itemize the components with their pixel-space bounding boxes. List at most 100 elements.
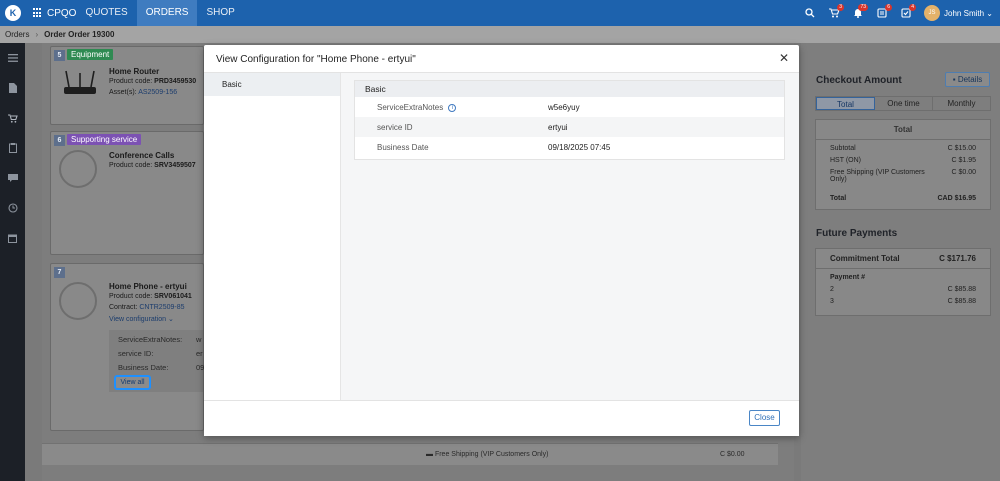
product-code: Product code: PRD3459530	[109, 78, 197, 85]
search-icon[interactable]	[798, 0, 822, 26]
cart-icon[interactable]	[0, 103, 25, 133]
contract-line: Contract: CNTR2509-85	[109, 304, 185, 311]
view-all-button[interactable]: View all	[114, 375, 151, 390]
modal-content: Basic ServiceExtraNotes i w5e6yuy service…	[341, 73, 799, 400]
field-row-business-date: Business Date 09/18/2025 07:45	[355, 137, 784, 157]
view-configuration-link[interactable]: View configuration ⌄	[109, 315, 174, 323]
app-logo[interactable]: K	[5, 5, 21, 21]
order-line-card-5: 5 Equipment Home Router Product code: PR…	[50, 46, 204, 125]
chevron-right-icon: ›	[35, 30, 39, 39]
field-row-service-extra-notes: ServiceExtraNotes i w5e6yuy	[355, 97, 784, 117]
field-label: Business Date	[377, 143, 429, 152]
field-value: ertyui	[548, 123, 568, 132]
product-title: Conference Calls	[109, 151, 175, 160]
tab-one-time[interactable]: One time	[875, 97, 933, 110]
breadcrumb-orders[interactable]: Orders	[5, 30, 29, 39]
modal-title: View Configuration for "Home Phone - ert…	[216, 54, 416, 65]
cart-badge: 3	[837, 4, 845, 11]
category-tag: Equipment	[67, 49, 114, 60]
kv-value: w	[196, 335, 202, 344]
line-number: 6	[54, 135, 65, 146]
field-label: ServiceExtraNotes i	[377, 103, 457, 112]
avatar[interactable]: JS	[924, 5, 941, 21]
chat-icon[interactable]	[0, 163, 25, 193]
product-placeholder-icon	[59, 150, 97, 188]
router-image	[64, 70, 96, 94]
kv-label: service ID:	[118, 349, 154, 358]
order-line-card-6: 6 Supporting service Conference Calls Pr…	[50, 131, 204, 255]
line-number: 5	[54, 50, 65, 61]
product-code: Product code: SRV061041	[109, 293, 192, 300]
chevron-down-icon: ⌄	[168, 316, 174, 323]
menu-icon[interactable]	[0, 43, 25, 73]
modal-section-nav: Basic	[204, 73, 341, 400]
approvals-icon[interactable]: 4	[894, 0, 918, 26]
product-title: Home Phone - ertyui	[109, 282, 187, 291]
details-button[interactable]: ▪ Details	[945, 72, 990, 87]
contract-link[interactable]: CNTR2509-85	[139, 304, 184, 311]
clock-icon[interactable]	[0, 193, 25, 223]
breadcrumb: Orders › Order Order 19300	[0, 26, 1000, 43]
approvals-badge: 4	[909, 4, 917, 11]
asset-link[interactable]: AS2509-156	[138, 89, 177, 96]
apps-grid-icon	[33, 8, 43, 18]
field-value: w5e6yuy	[548, 103, 580, 112]
field-row-service-id: service ID ertyui	[355, 117, 784, 137]
close-button[interactable]: Close	[749, 410, 780, 426]
field-value: 09/18/2025 07:45	[548, 143, 611, 152]
kv-label: Business Date:	[118, 363, 169, 372]
tab-monthly[interactable]: Monthly	[933, 97, 990, 110]
breadcrumb-current: Order Order 19300	[44, 30, 115, 39]
calendar-icon[interactable]	[0, 223, 25, 253]
product-placeholder-icon	[59, 282, 97, 320]
nav-quotes[interactable]: QUOTES	[76, 0, 136, 26]
user-menu[interactable]: John Smith ⌄	[944, 9, 993, 18]
amount-period-tabs: Total One time Monthly	[815, 96, 991, 111]
total-row: Total CAD $16.95	[830, 195, 976, 202]
line-number: 7	[54, 267, 65, 278]
product-code: Product code: SRV3459507	[109, 162, 196, 169]
payment-row: 2C $85.88	[830, 286, 976, 293]
future-payments-title: Future Payments	[816, 228, 898, 239]
shipping-summary-bar: ▬ Free Shipping (VIP Customers Only) C $…	[42, 443, 778, 465]
payment-row: 3C $85.88	[830, 298, 976, 305]
checkout-title: Checkout Amount	[816, 75, 902, 86]
order-line-card-7: 7 Home Phone - ertyui Product code: SRV0…	[50, 263, 204, 431]
tasks-badge: 6	[885, 4, 893, 11]
payment-number-header: Payment #	[830, 274, 866, 281]
kv-value: er	[196, 349, 203, 358]
free-shipping-row: Free Shipping (VIP Customers Only) C $0.0…	[830, 169, 976, 183]
document-icon[interactable]	[0, 73, 25, 103]
tasks-icon[interactable]: 6	[870, 0, 894, 26]
totals-panel-title: Total	[816, 120, 990, 140]
kv-label: ServiceExtraNotes:	[118, 335, 183, 344]
subtotal-row: Subtotal C $15.00	[830, 145, 976, 152]
brand-menu[interactable]: CPQO	[33, 8, 76, 19]
top-navigation-bar: K CPQO QUOTES ORDERS SHOP 3 73 6 4 JS Jo…	[0, 0, 1000, 26]
section-header: Basic	[355, 81, 784, 97]
nav-shop[interactable]: SHOP	[197, 0, 243, 26]
basic-section: Basic ServiceExtraNotes i w5e6yuy service…	[354, 80, 785, 160]
category-tag: Supporting service	[67, 134, 142, 145]
user-name: John Smith	[944, 8, 985, 18]
truck-icon: ▬	[426, 451, 433, 458]
notifications-badge: 73	[858, 4, 869, 11]
bell-icon[interactable]: 73	[846, 0, 870, 26]
brand-label: CPQO	[47, 7, 77, 19]
asset-line: Asset(s): AS2509-156	[109, 89, 178, 96]
clipboard-icon[interactable]	[0, 133, 25, 163]
product-title: Home Router	[109, 67, 160, 76]
hst-row: HST (ON) C $1.95	[830, 157, 976, 164]
modal-header: View Configuration for "Home Phone - ert…	[204, 45, 799, 73]
cart-icon[interactable]: 3	[822, 0, 846, 26]
close-icon[interactable]: ✕	[778, 52, 790, 64]
chevron-down-icon: ⌄	[986, 8, 993, 18]
truck-icon: ▪	[952, 75, 956, 84]
section-nav-basic[interactable]: Basic	[204, 73, 340, 96]
info-icon[interactable]: i	[448, 103, 457, 112]
tab-total[interactable]: Total	[816, 97, 875, 110]
commitment-total-row: Commitment Total C $171.76	[830, 254, 976, 263]
left-rail	[0, 43, 25, 481]
nav-orders[interactable]: ORDERS	[136, 0, 198, 26]
field-label: service ID	[377, 123, 413, 132]
